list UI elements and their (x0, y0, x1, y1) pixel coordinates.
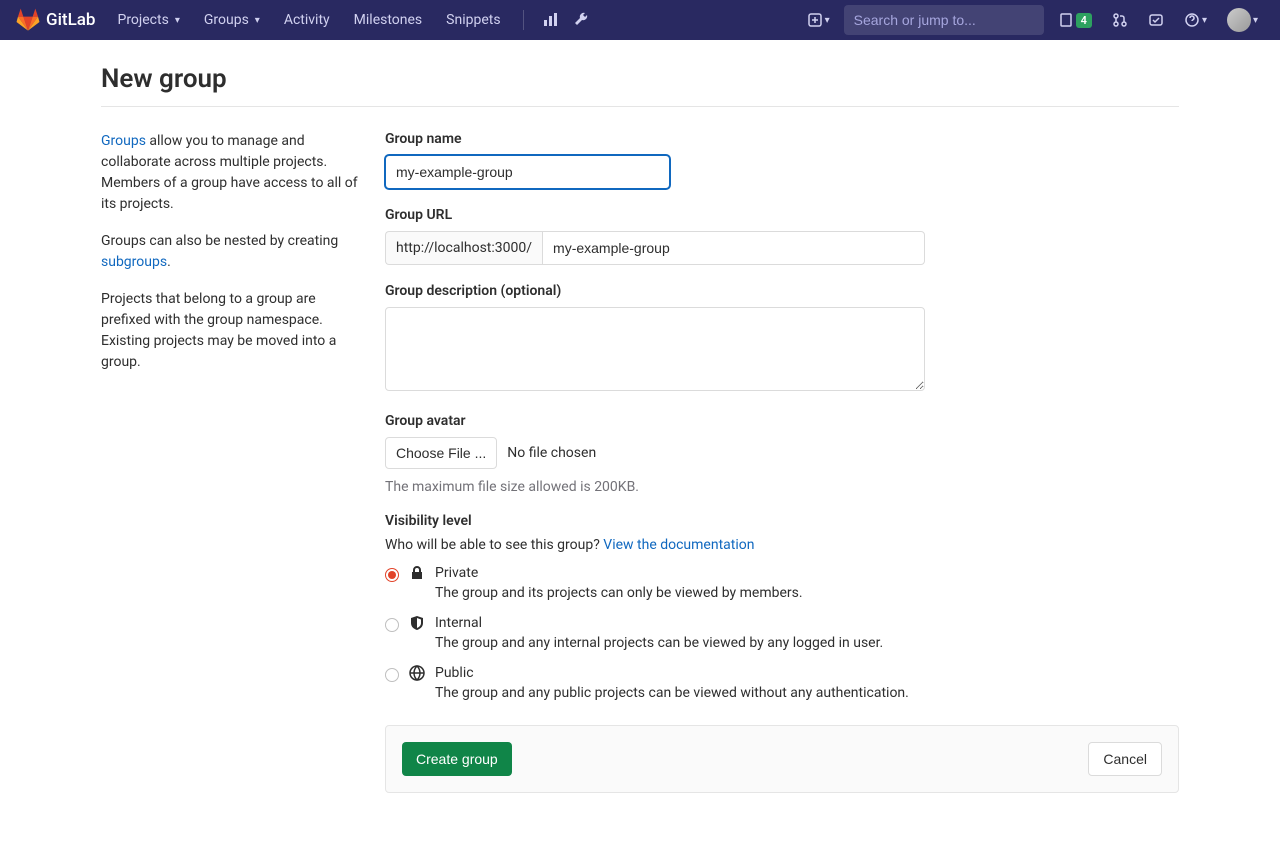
brand-text: GitLab (46, 10, 95, 30)
wrench-icon[interactable] (568, 6, 596, 34)
create-group-button[interactable]: Create group (402, 742, 512, 776)
plus-icon[interactable]: ▾ (801, 6, 836, 34)
lock-icon (409, 565, 425, 581)
search-box[interactable] (844, 5, 1044, 35)
nav-projects[interactable]: Projects▾ (107, 6, 189, 34)
visibility-label: Visibility level (385, 513, 1179, 529)
visibility-doc-link[interactable]: View the documentation (603, 537, 754, 553)
todos-icon[interactable] (1142, 6, 1170, 34)
gitlab-icon (16, 8, 40, 32)
avatar-help: The maximum file size allowed is 200KB. (385, 479, 1179, 495)
chevron-down-icon: ▾ (1202, 15, 1207, 26)
radio-public[interactable] (385, 668, 399, 682)
avatar (1227, 8, 1251, 32)
side-help: Groups allow you to manage and collabora… (101, 131, 361, 793)
nav-milestones[interactable]: Milestones (344, 6, 433, 34)
page-container: New group Groups allow you to manage and… (85, 40, 1195, 853)
groups-link[interactable]: Groups (101, 133, 146, 149)
group-desc-input[interactable] (385, 307, 925, 391)
subgroups-link[interactable]: subgroups (101, 254, 167, 270)
group-name-label: Group name (385, 131, 1179, 147)
nav-divider (523, 10, 524, 30)
form-actions: Create group Cancel (385, 725, 1179, 793)
group-url-input[interactable] (542, 231, 925, 265)
choose-file-button[interactable]: Choose File ... (385, 437, 497, 469)
chevron-down-icon: ▾ (825, 15, 830, 26)
shield-icon (409, 615, 425, 631)
visibility-private[interactable]: Private The group and its projects can o… (385, 565, 1179, 601)
globe-icon (409, 665, 425, 681)
nav-groups[interactable]: Groups▾ (194, 6, 270, 34)
chevron-down-icon: ▾ (1253, 15, 1258, 26)
group-url-label: Group URL (385, 207, 1179, 223)
url-prefix: http://localhost:3000/ (385, 231, 542, 265)
no-file-text: No file chosen (507, 445, 596, 461)
radio-internal[interactable] (385, 618, 399, 632)
analytics-icon[interactable] (536, 6, 564, 34)
form: Group name Group URL http://localhost:30… (385, 131, 1179, 793)
merge-requests-icon[interactable] (1106, 6, 1134, 34)
brand-logo[interactable]: GitLab (16, 8, 95, 32)
navbar: GitLab Projects▾ Groups▾ Activity Milest… (0, 0, 1280, 40)
badge-count: 4 (1076, 13, 1092, 28)
nav-snippets[interactable]: Snippets (436, 6, 510, 34)
page-title: New group (101, 64, 1179, 94)
help-icon[interactable]: ▾ (1178, 6, 1213, 34)
group-avatar-label: Group avatar (385, 413, 1179, 429)
radio-private[interactable] (385, 568, 399, 582)
group-desc-label: Group description (optional) (385, 283, 1179, 299)
visibility-internal[interactable]: Internal The group and any internal proj… (385, 615, 1179, 651)
nav-activity[interactable]: Activity (274, 6, 340, 34)
visibility-public[interactable]: Public The group and any public projects… (385, 665, 1179, 701)
user-menu[interactable]: ▾ (1221, 2, 1264, 38)
divider (101, 106, 1179, 107)
nav-links: Projects▾ Groups▾ Activity Milestones Sn… (107, 6, 595, 34)
chevron-down-icon: ▾ (175, 15, 180, 26)
group-name-input[interactable] (385, 155, 670, 189)
issues-icon[interactable]: 4 (1052, 6, 1098, 34)
cancel-button[interactable]: Cancel (1088, 742, 1162, 776)
nav-right: ▾ 4 ▾ ▾ (801, 2, 1264, 38)
chevron-down-icon: ▾ (255, 15, 260, 26)
search-input[interactable] (854, 12, 1035, 28)
